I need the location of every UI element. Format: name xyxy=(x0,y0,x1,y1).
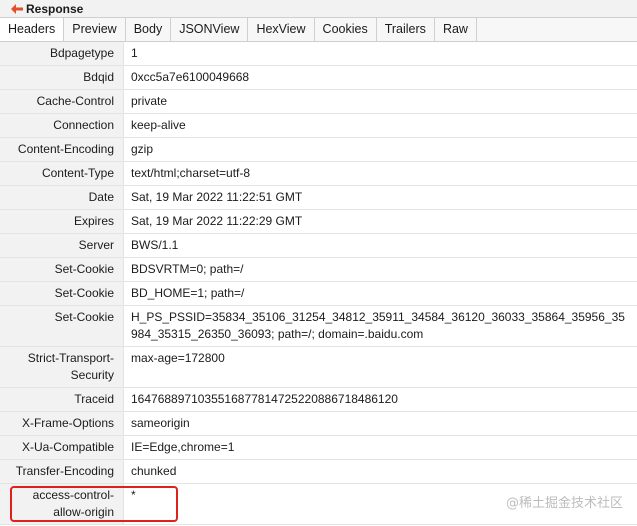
header-value: Sat, 19 Mar 2022 11:22:29 GMT xyxy=(131,214,303,228)
table-row: Set-Cookie BD_HOME=1; path=/ xyxy=(0,282,637,306)
table-row: Transfer-Encoding chunked xyxy=(0,460,637,484)
table-row: Content-Type text/html;charset=utf-8 xyxy=(0,162,637,186)
table-row: Connection keep-alive xyxy=(0,114,637,138)
header-name: Connection xyxy=(0,114,124,137)
header-value: 1 xyxy=(131,46,138,60)
header-value: BD_HOME=1; path=/ xyxy=(131,286,245,300)
header-name: Set-Cookie xyxy=(0,258,124,281)
header-value: text/html;charset=utf-8 xyxy=(131,166,251,180)
table-row: Bdqid 0xcc5a7e6100049668 xyxy=(0,66,637,90)
tab-bar: Headers Preview Body JSONView HexView Co… xyxy=(0,17,637,42)
header-name: Transfer-Encoding xyxy=(0,460,124,483)
tab-body[interactable]: Body xyxy=(125,18,172,41)
header-name: Strict-Transport-Security xyxy=(0,347,124,387)
header-value: gzip xyxy=(131,142,154,156)
response-title-bar: Response xyxy=(0,0,637,17)
watermark: @稀土掘金技术社区 xyxy=(505,496,623,511)
header-value: sameorigin xyxy=(131,416,190,430)
table-row: Strict-Transport-Security max-age=172800 xyxy=(0,347,637,388)
header-name: Bdpagetype xyxy=(0,42,124,65)
header-value: IE=Edge,chrome=1 xyxy=(131,440,235,454)
header-name: Content-Encoding xyxy=(0,138,124,161)
header-name: X-Frame-Options xyxy=(0,412,124,435)
tab-headers[interactable]: Headers xyxy=(0,18,65,41)
tab-jsonview[interactable]: JSONView xyxy=(171,18,249,41)
header-name: Cache-Control xyxy=(0,90,124,113)
header-name: X-Ua-Compatible xyxy=(0,436,124,459)
header-value: 0xcc5a7e6100049668 xyxy=(131,70,250,84)
table-row: Traceid 16476889710355168778147252208867… xyxy=(0,388,637,412)
table-row: X-Ua-Compatible IE=Edge,chrome=1 xyxy=(0,436,637,460)
header-value: Sat, 19 Mar 2022 11:22:51 GMT xyxy=(131,190,303,204)
header-value: 1647688971035516877814725220886718486120 xyxy=(131,392,398,406)
table-row: Bdpagetype 1 xyxy=(0,42,637,66)
header-name: Bdqid xyxy=(0,66,124,89)
header-value: private xyxy=(131,94,168,108)
table-row: Server BWS/1.1 xyxy=(0,234,637,258)
table-row: Content-Encoding gzip xyxy=(0,138,637,162)
header-value: BDSVRTM=0; path=/ xyxy=(131,262,244,276)
header-name: Set-Cookie xyxy=(0,282,124,305)
header-name: Set-Cookie xyxy=(0,306,124,346)
tab-cookies[interactable]: Cookies xyxy=(314,18,377,41)
header-value: H_PS_PSSID=35834_35106_31254_34812_35911… xyxy=(131,310,625,341)
table-row: Expires Sat, 19 Mar 2022 11:22:29 GMT xyxy=(0,210,637,234)
table-row: X-Frame-Options sameorigin xyxy=(0,412,637,436)
table-row: Cache-Control private xyxy=(0,90,637,114)
header-value: chunked xyxy=(131,464,177,478)
table-row: Set-Cookie H_PS_PSSID=35834_35106_31254_… xyxy=(0,306,637,347)
header-name: Expires xyxy=(0,210,124,233)
header-name: Traceid xyxy=(0,388,124,411)
header-name: Server xyxy=(0,234,124,257)
tab-raw[interactable]: Raw xyxy=(434,18,477,41)
tab-preview[interactable]: Preview xyxy=(64,18,126,41)
table-row: Date Sat, 19 Mar 2022 11:22:51 GMT xyxy=(0,186,637,210)
left-arrow-icon[interactable] xyxy=(10,3,23,15)
headers-table: Bdpagetype 1 Bdqid 0xcc5a7e6100049668 Ca… xyxy=(0,42,637,525)
tab-hexview[interactable]: HexView xyxy=(248,18,315,41)
header-value: keep-alive xyxy=(131,118,186,132)
header-name: Date xyxy=(0,186,124,209)
header-value: max-age=172800 xyxy=(131,351,225,365)
header-name: access-control-allow-origin xyxy=(0,484,124,524)
header-name: Content-Type xyxy=(0,162,124,185)
tab-trailers[interactable]: Trailers xyxy=(376,18,435,41)
header-value: BWS/1.1 xyxy=(131,238,179,252)
panel-title: Response xyxy=(26,1,84,16)
table-row: Set-Cookie BDSVRTM=0; path=/ xyxy=(0,258,637,282)
